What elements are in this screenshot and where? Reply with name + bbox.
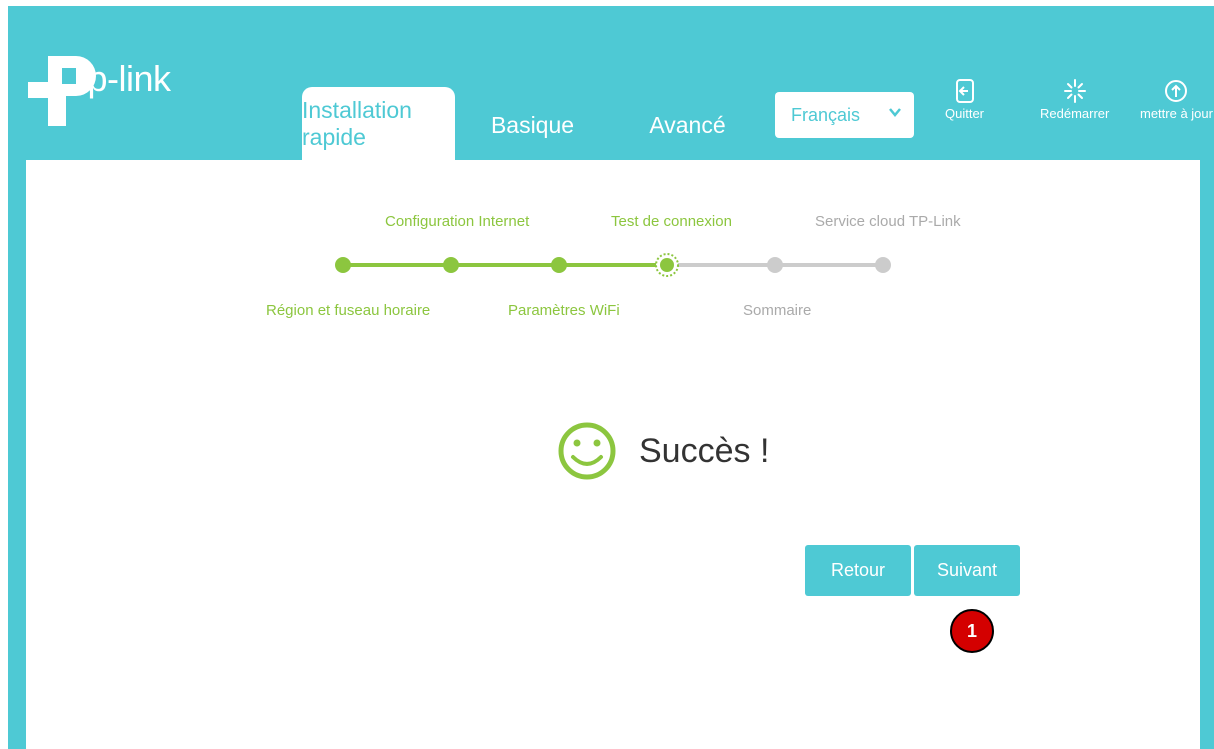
step-label-configuration-internet: Configuration Internet (385, 213, 530, 230)
success-message: Succès ! (557, 407, 769, 495)
step-label-parametres-wifi: Paramètres WiFi (508, 302, 620, 319)
smiley-icon (558, 422, 616, 480)
upgrade-button[interactable]: mettre à jour (1140, 78, 1213, 121)
language-select[interactable]: Français (775, 92, 914, 138)
upgrade-label: mettre à jour (1140, 106, 1213, 121)
next-button[interactable]: Suivant (914, 545, 1020, 596)
reboot-button[interactable]: Redémarrer (1040, 78, 1109, 121)
step-label-region: Région et fuseau horaire (266, 302, 431, 319)
back-button[interactable]: Retour (805, 545, 911, 596)
reboot-icon (1063, 79, 1086, 103)
chevron-down-icon (889, 108, 901, 117)
step-label-sommaire: Sommaire (743, 302, 812, 319)
annotation-marker: 1 (950, 609, 994, 653)
quit-button[interactable]: Quitter (945, 78, 984, 121)
quit-label: Quitter (945, 106, 985, 121)
step-label-test-connexion: Test de connexion (611, 213, 732, 230)
exit-icon (955, 79, 974, 103)
upgrade-icon (1165, 80, 1188, 102)
reboot-label: Redémarrer (1040, 106, 1110, 121)
brand-name: tp-link (78, 58, 171, 99)
tab-installation-rapide[interactable]: Installation rapide (302, 87, 455, 160)
step-label-service-cloud: Service cloud TP-Link (815, 213, 961, 230)
language-value: Français (791, 104, 861, 125)
tab-basique[interactable]: Basique (480, 90, 585, 160)
success-text: Succès ! (639, 431, 770, 470)
tab-avance[interactable]: Avancé (640, 90, 735, 160)
